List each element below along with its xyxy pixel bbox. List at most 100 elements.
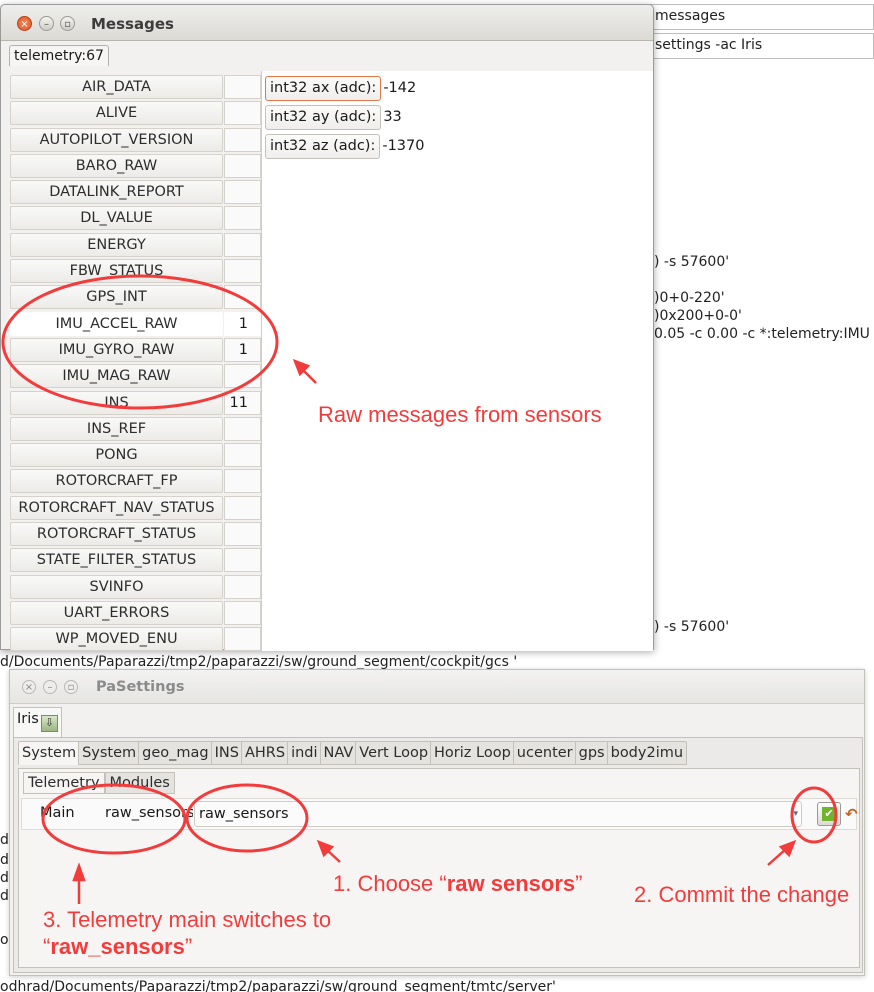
message-row[interactable]: FBW_STATUS [10,258,262,284]
terminal-line: )0+0-220' [654,290,725,306]
message-name-button[interactable]: IMU_GYRO_RAW [10,337,223,362]
settings-tab[interactable]: AHRS [240,741,290,765]
message-count [224,416,261,441]
message-row[interactable]: ALIVE [10,100,262,126]
terminal-line: )0x200+0-0' [654,308,742,324]
field-label[interactable]: int32 ay (adc): [265,105,382,130]
message-name-button[interactable]: FBW_STATUS [10,259,223,284]
settings-tab[interactable]: indi [287,741,322,765]
annotation-telemetry-line1: 3. Telemetry main switches to [43,907,332,932]
settings-tab[interactable]: NAV [319,741,358,765]
message-name-button[interactable]: ROTORCRAFT_NAV_STATUS [10,495,223,520]
message-name-button[interactable]: ENERGY [10,232,223,257]
undo-icon[interactable]: ↶ [845,805,858,823]
message-name-button[interactable]: ROTORCRAFT_FP [10,469,223,494]
annotation-raw-messages: Raw messages from sensors [318,402,602,427]
message-row[interactable]: INS 11 [10,390,262,416]
terminal-line: 0.05 -c 0.00 -c *:telemetry:IMU [654,326,870,342]
message-name-button[interactable]: DL_VALUE [10,206,223,231]
close-icon[interactable]: × [17,16,32,31]
setting-row-main: Main raw_sensors raw_sensors ▾ ✔ ↶ [21,798,858,830]
message-row[interactable]: GPS_INT [10,284,262,310]
message-name-button[interactable]: INS [10,390,223,415]
message-row[interactable]: IMU_ACCEL_RAW 1 [10,311,262,337]
terminal-line: ) -s 57600' [654,254,730,270]
message-row[interactable]: BARO_RAW [10,153,262,179]
message-row[interactable]: AUTOPILOT_VERSION [10,127,262,153]
settings-tab[interactable]: ucenter [512,741,577,765]
close-icon[interactable]: × [22,680,36,694]
message-name-button[interactable]: DATALINK_REPORT [10,180,223,205]
tab-telemetry[interactable]: telemetry:67 [9,45,109,66]
settings-tab[interactable]: INS [210,741,243,765]
field-ax: int32 ax (adc): -142 [265,76,416,101]
settings-tab[interactable]: gps [574,741,609,765]
setting-value-dropdown[interactable]: raw_sensors ▾ [194,801,802,827]
messages-titlebar[interactable]: × – ▫ Messages [1,5,653,41]
minimize-icon[interactable]: – [43,680,57,694]
commit-button[interactable]: ✔ [817,802,841,826]
message-row[interactable]: ENERGY [10,232,262,258]
tab-aircraft[interactable]: Iris ⇩ [13,707,62,737]
message-count [224,522,261,547]
terminal-line: d/Documents/Paparazzi/tmp2/paparazzi/sw/… [0,654,518,670]
message-row[interactable]: ROTORCRAFT_FP [10,468,262,494]
settings-tabs: System System geo_mag INS AHRS indi NAV Vert Lo… [18,741,688,765]
message-count [224,443,261,468]
settings-tab[interactable]: body2imu [606,741,688,765]
message-name-button[interactable]: PONG [10,443,223,468]
annotation-text: ” [184,934,193,959]
message-row[interactable]: SVINFO [10,574,262,600]
message-row[interactable]: DATALINK_REPORT [10,179,262,205]
message-name-button[interactable]: ALIVE [10,101,223,126]
message-name-button[interactable]: ROTORCRAFT_STATUS [10,522,223,547]
message-name-button[interactable]: AUTOPILOT_VERSION [10,127,223,152]
message-name-button[interactable]: BARO_RAW [10,153,223,178]
settings-tab[interactable]: geo_mag [138,741,213,765]
message-row[interactable]: UART_ERRORS [10,600,262,626]
message-name-button[interactable]: UART_ERRORS [10,600,223,625]
message-name-button[interactable]: IMU_MAG_RAW [10,364,223,389]
message-row[interactable]: STATE_FILTER_STATUS [10,547,262,573]
terminal-fragment: d [0,832,9,848]
message-name-button[interactable]: IMU_ACCEL_RAW [10,311,223,336]
field-ay: int32 ay (adc): 33 [265,105,402,130]
save-icon[interactable]: ⇩ [40,715,58,732]
message-row[interactable]: WP_MOVED_ENU [10,626,262,652]
maximize-icon[interactable]: ▫ [64,680,78,694]
settings-tab[interactable]: System [18,741,81,765]
maximize-icon[interactable]: ▫ [60,16,75,31]
message-row[interactable]: DL_VALUE [10,205,262,231]
message-name-button[interactable]: WP_MOVED_ENU [10,627,223,652]
message-row[interactable]: IMU_GYRO_RAW 1 [10,337,262,363]
message-row[interactable]: PONG [10,442,262,468]
settings-tab[interactable]: System [78,741,141,765]
message-name-button[interactable]: STATE_FILTER_STATUS [10,548,223,573]
annotation-emphasis: raw_sensors [50,934,185,959]
field-value: -142 [383,80,417,96]
terminal-line: settings -ac Iris [655,37,763,53]
message-row[interactable]: ROTORCRAFT_STATUS [10,521,262,547]
message-row[interactable]: ROTORCRAFT_NAV_STATUS [10,495,262,521]
annotation-emphasis: raw sensors [446,871,576,896]
field-az: int32 az (adc): -1370 [265,134,424,159]
dropdown-selected-value: raw_sensors [199,806,289,822]
message-row[interactable]: AIR_DATA [10,74,262,100]
settings-tab[interactable]: Horiz Loop [430,741,515,765]
message-row[interactable]: INS_REF [10,416,262,442]
tab-modules[interactable]: Modules [104,772,175,794]
terminal-fragment: d [0,870,9,886]
message-name-button[interactable]: GPS_INT [10,285,223,310]
field-label[interactable]: int32 ax (adc): [265,76,382,101]
message-count [224,153,261,178]
settings-tab[interactable]: Vert Loop [355,741,433,765]
field-label[interactable]: int32 az (adc): [265,134,381,159]
message-name-button[interactable]: AIR_DATA [10,75,223,99]
minimize-icon[interactable]: – [39,16,54,31]
pasettings-titlebar[interactable]: × – ▫ PaSettings [10,670,864,704]
message-count [224,75,261,99]
message-name-button[interactable]: INS_REF [10,416,223,441]
message-name-button[interactable]: SVINFO [10,574,223,599]
tab-telemetry[interactable]: Telemetry [23,772,105,794]
message-row[interactable]: IMU_MAG_RAW [10,363,262,389]
